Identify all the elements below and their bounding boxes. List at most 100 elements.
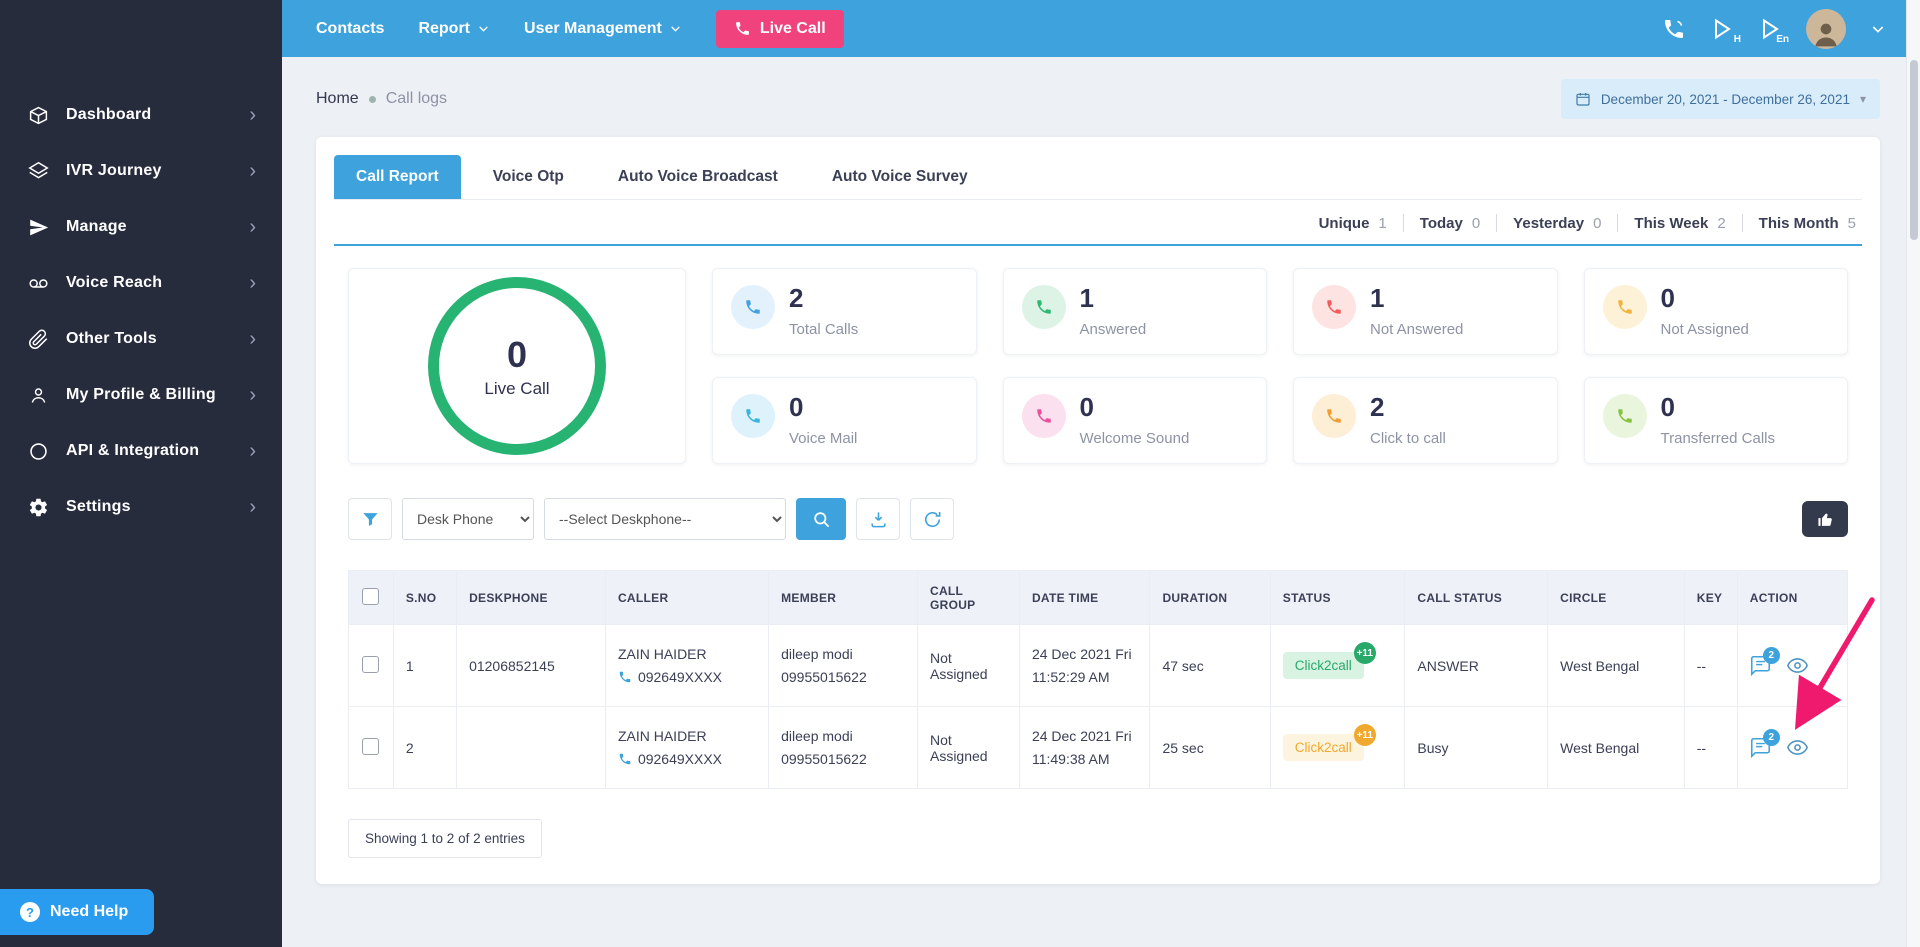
chat-icon[interactable]: 2 bbox=[1750, 729, 1780, 758]
sidebar: Dashboard › IVR Journey › Manage › Voice… bbox=[0, 0, 282, 947]
cell-call-group: Not Assigned bbox=[916, 624, 1020, 707]
cell-call-status: Busy bbox=[1404, 706, 1549, 789]
stat-label: Total Calls bbox=[789, 321, 859, 338]
quick-stat-label: This Month bbox=[1758, 214, 1839, 232]
ivr-journey-icon bbox=[26, 159, 50, 183]
quick-stat-unique[interactable]: Unique 1 bbox=[1319, 215, 1387, 232]
sidebar-item-settings[interactable]: Settings › bbox=[0, 479, 282, 535]
row-checkbox[interactable] bbox=[362, 655, 380, 673]
tab-call-report[interactable]: Call Report bbox=[334, 155, 461, 199]
avatar[interactable] bbox=[1806, 8, 1846, 49]
status-badge: Click2call +11 bbox=[1282, 642, 1376, 679]
need-help-button[interactable]: ? Need Help bbox=[0, 889, 155, 935]
play-hindi-icon[interactable]: H bbox=[1710, 17, 1741, 45]
quick-stat-this-week[interactable]: This Week 2 bbox=[1634, 215, 1725, 232]
phone-type-select[interactable]: Desk Phone bbox=[402, 498, 534, 540]
quick-stat-label: Yesterday bbox=[1513, 214, 1585, 232]
phone-call-icon[interactable] bbox=[1662, 17, 1686, 41]
divider bbox=[1402, 214, 1404, 232]
scrollbar-thumb[interactable] bbox=[1910, 60, 1918, 240]
status-count-badge: +11 bbox=[1353, 724, 1376, 746]
quick-stat-label: Unique bbox=[1318, 214, 1370, 232]
caller-phone: 092649XXXX bbox=[637, 751, 723, 767]
person-icon bbox=[26, 383, 50, 407]
stats-section: 0 Live Call 2 Total Calls 1 Answered 1 N… bbox=[334, 268, 1862, 464]
stat-label: Answered bbox=[1079, 321, 1147, 338]
quick-stat-today[interactable]: Today 0 bbox=[1420, 215, 1480, 232]
play-english-icon[interactable]: En bbox=[1758, 17, 1789, 45]
filter-button[interactable] bbox=[348, 498, 392, 540]
topnav-right-icons: H En bbox=[1662, 8, 1886, 49]
sidebar-item-dashboard[interactable]: Dashboard › bbox=[0, 87, 282, 143]
nav-report[interactable]: Report bbox=[418, 20, 490, 38]
col-date-time: DATE TIME bbox=[1018, 570, 1151, 625]
sidebar-nav: Dashboard › IVR Journey › Manage › Voice… bbox=[0, 57, 282, 535]
feedback-button[interactable] bbox=[1802, 501, 1848, 537]
chevron-down-icon[interactable] bbox=[1870, 21, 1886, 37]
stat-card-voice-mail: 0 Voice Mail bbox=[712, 377, 977, 464]
sidebar-item-profile-billing[interactable]: My Profile & Billing › bbox=[0, 367, 282, 423]
date-range-picker[interactable]: December 20, 2021 - December 26, 2021 ▾ bbox=[1560, 79, 1880, 119]
call-time: 11:52:29 AM bbox=[1031, 669, 1110, 685]
entries-summary: Showing 1 to 2 of 2 entries bbox=[348, 819, 542, 858]
eye-icon[interactable] bbox=[1786, 737, 1808, 758]
select-all-checkbox[interactable] bbox=[362, 587, 380, 605]
cell-deskphone bbox=[456, 706, 606, 789]
sidebar-item-voice-reach[interactable]: Voice Reach › bbox=[0, 255, 282, 311]
live-call-label: Live Call bbox=[759, 19, 826, 37]
phone-icon bbox=[618, 670, 632, 684]
cell-action: 2 bbox=[1736, 706, 1849, 789]
download-button[interactable] bbox=[856, 498, 900, 540]
nav-user-management[interactable]: User Management bbox=[524, 20, 682, 38]
quick-stat-this-month[interactable]: This Month 5 bbox=[1759, 215, 1856, 232]
nav-contacts[interactable]: Contacts bbox=[316, 20, 384, 38]
status-label: Click2call bbox=[1294, 658, 1352, 673]
search-button[interactable] bbox=[796, 498, 846, 540]
tab-auto-voice-broadcast[interactable]: Auto Voice Broadcast bbox=[596, 155, 800, 199]
refresh-button[interactable] bbox=[910, 498, 954, 540]
eye-icon[interactable] bbox=[1786, 655, 1808, 676]
chevron-right-icon: › bbox=[249, 104, 256, 126]
caller-name: ZAIN HAIDER bbox=[617, 728, 707, 744]
chevron-down-icon bbox=[671, 26, 680, 32]
col-deskphone: DESKPHONE bbox=[456, 570, 606, 625]
col-call-status: CALL STATUS bbox=[1404, 570, 1549, 625]
chevron-right-icon: › bbox=[249, 440, 256, 462]
incoming-call-icon bbox=[731, 285, 775, 329]
voicemail-call-icon bbox=[731, 394, 775, 438]
cell-deskphone: 01206852145 bbox=[456, 624, 606, 707]
cell-member: dileep modi 09955015622 bbox=[768, 706, 918, 789]
chevron-right-icon: › bbox=[249, 216, 256, 238]
live-call-card: 0 Live Call bbox=[348, 268, 686, 464]
sidebar-item-other-tools[interactable]: Other Tools › bbox=[0, 311, 282, 367]
breadcrumb-home[interactable]: Home bbox=[316, 90, 359, 108]
chat-icon[interactable]: 2 bbox=[1750, 647, 1780, 676]
stat-label: Click to call bbox=[1370, 430, 1446, 447]
quick-stat-value: 1 bbox=[1378, 214, 1387, 232]
quick-stat-yesterday[interactable]: Yesterday 0 bbox=[1513, 215, 1601, 232]
dashboard-icon bbox=[26, 103, 50, 127]
row-checkbox[interactable] bbox=[362, 737, 380, 755]
filter-bar: Desk Phone --Select Deskphone-- bbox=[334, 498, 1862, 540]
stat-card-answered: 1 Answered bbox=[1002, 268, 1267, 355]
answered-call-icon bbox=[1021, 285, 1066, 329]
divider bbox=[1496, 214, 1498, 232]
refresh-icon bbox=[924, 511, 940, 527]
question-icon: ? bbox=[20, 902, 40, 922]
live-call-button[interactable]: Live Call bbox=[715, 9, 844, 48]
need-help-label: Need Help bbox=[50, 903, 129, 920]
stat-value: 0 bbox=[1660, 392, 1675, 422]
scrollbar[interactable] bbox=[1906, 0, 1920, 947]
deskphone-select[interactable]: --Select Deskphone-- bbox=[544, 498, 786, 540]
tab-auto-voice-survey[interactable]: Auto Voice Survey bbox=[810, 155, 990, 199]
sidebar-item-ivr-journey[interactable]: IVR Journey › bbox=[0, 143, 282, 199]
tab-voice-otp[interactable]: Voice Otp bbox=[471, 155, 586, 199]
live-call-label: Live Call bbox=[484, 378, 550, 398]
transferred-call-icon bbox=[1602, 394, 1647, 438]
stat-card-transferred-calls: 0 Transferred Calls bbox=[1583, 377, 1848, 464]
cell-action: 2 bbox=[1736, 624, 1849, 707]
sidebar-item-api-integration[interactable]: API & Integration › bbox=[0, 423, 282, 479]
col-duration: DURATION bbox=[1149, 570, 1271, 625]
sidebar-item-manage[interactable]: Manage › bbox=[0, 199, 282, 255]
stat-label: Not Assigned bbox=[1660, 321, 1749, 338]
